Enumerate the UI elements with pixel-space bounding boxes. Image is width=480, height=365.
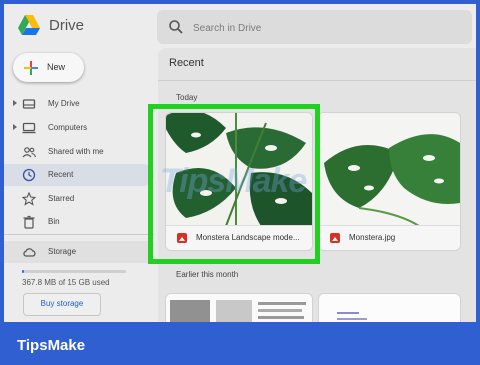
sidebar-item-my-drive[interactable]: My Drive	[4, 93, 154, 115]
sidebar-item-label: Starred	[48, 194, 75, 203]
sidebar-divider	[4, 234, 154, 235]
plus-icon	[24, 61, 38, 75]
storage-usage-text: 367.8 MB of 15 GB used	[22, 278, 110, 287]
search-bar[interactable]	[157, 10, 472, 44]
storage-usage-bar	[22, 270, 126, 273]
drive-logo-icon[interactable]	[18, 15, 40, 35]
sidebar-item-label: Storage	[48, 247, 77, 256]
sidebar-item-storage[interactable]: Storage	[4, 241, 154, 263]
trash-icon	[23, 215, 35, 229]
new-button[interactable]: New	[13, 53, 84, 82]
document-thumbnail	[166, 294, 312, 322]
cloud-icon	[23, 248, 36, 257]
search-icon[interactable]	[168, 19, 184, 35]
expand-caret-icon[interactable]	[13, 100, 17, 106]
file-card-footer: Monstera.jpg	[319, 225, 460, 250]
sidebar-item-recent[interactable]: Recent	[4, 164, 154, 186]
sidebar-item-shared-with-me[interactable]: Shared with me	[4, 141, 154, 163]
monstera-thumbnail	[319, 113, 460, 226]
brand-footer: TipsMake	[0, 322, 480, 365]
computer-icon	[22, 122, 36, 134]
file-card-document[interactable]	[165, 293, 313, 322]
section-heading-today: Today	[176, 93, 198, 102]
sidebar-item-label: Shared with me	[48, 147, 104, 156]
top-bar: Drive	[4, 4, 476, 48]
drive-window: Drive New My Drive	[4, 4, 476, 322]
clock-icon	[22, 168, 36, 182]
sidebar-item-starred[interactable]: Starred	[4, 188, 154, 210]
sidebar-item-label: Recent	[48, 170, 74, 179]
header-divider	[158, 80, 476, 81]
page-title: Recent	[169, 57, 204, 69]
buy-storage-button[interactable]: Buy storage	[23, 293, 101, 316]
people-icon	[22, 147, 36, 158]
sidebar-item-computers[interactable]: Computers	[4, 117, 154, 139]
brand-logo-text: TipsMake	[17, 337, 86, 354]
new-button-label: New	[47, 62, 66, 72]
file-name: Monstera.jpg	[349, 233, 396, 242]
file-card-text-document[interactable]	[318, 293, 461, 322]
selection-highlight	[148, 104, 320, 264]
expand-caret-icon[interactable]	[13, 124, 17, 130]
buy-storage-label: Buy storage	[40, 299, 84, 308]
text-document-thumbnail	[319, 294, 460, 322]
star-icon	[22, 192, 36, 206]
file-card-monstera[interactable]: Monstera.jpg	[318, 112, 461, 251]
my-drive-icon	[22, 99, 36, 109]
search-input[interactable]	[191, 18, 445, 38]
storage-usage-fill	[22, 270, 25, 273]
image-file-icon	[330, 233, 340, 243]
sidebar-item-label: Bin	[48, 217, 60, 226]
app-title: Drive	[49, 17, 85, 34]
sidebar-item-label: My Drive	[48, 99, 80, 108]
section-heading-earlier-this-month: Earlier this month	[176, 270, 239, 279]
sidebar-item-bin[interactable]: Bin	[4, 211, 154, 233]
sidebar-item-label: Computers	[48, 123, 88, 132]
